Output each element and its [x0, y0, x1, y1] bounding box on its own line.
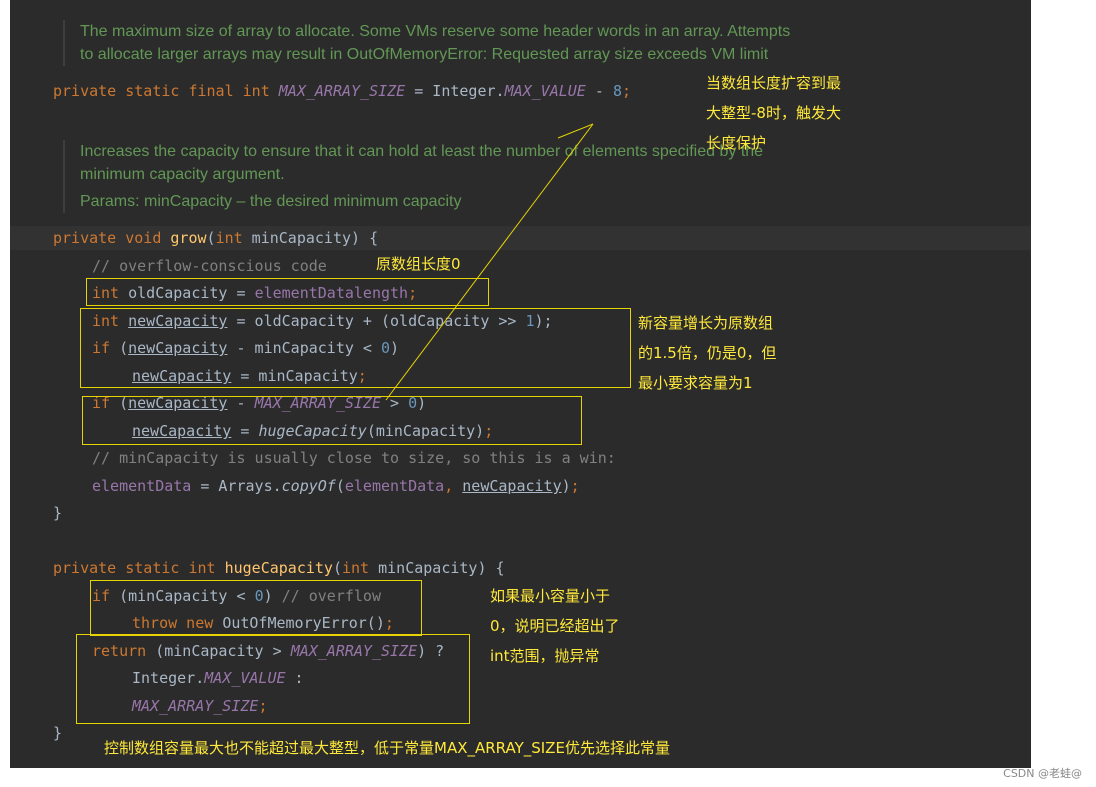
annotation-max-protect: 当数组长度扩容到最 大整型-8时，触发大 长度保护 [706, 74, 842, 152]
code-editor[interactable]: The maximum size of array to allocate. S… [10, 0, 1031, 768]
annotation-new-capacity: 新容量增长为原数组 的1.5倍，仍是0，但 最小要求容量为1 [638, 314, 777, 392]
annotation-overflow: 如果最小容量小于 0，说明已经超出了 int范围，抛异常 [490, 587, 620, 665]
annotation-bottom: 控制数组容量最大也不能超过最大整型，低于常量MAX_ARRAY_SIZE优先选择… [104, 739, 670, 757]
annotation-original-zero: 原数组长度0 [376, 255, 461, 273]
watermark: CSDN @老蛙@ [1003, 767, 1082, 780]
